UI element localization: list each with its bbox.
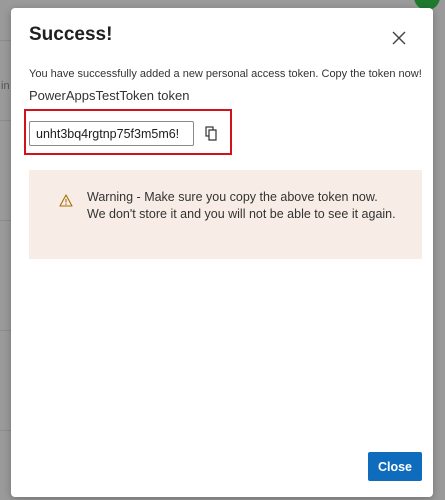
success-dialog: Success! You have successfully added a n… [11, 8, 433, 497]
close-icon [392, 31, 406, 45]
warning-icon [59, 194, 73, 207]
copy-icon [204, 125, 217, 141]
token-name-label: PowerAppsTestToken token [29, 88, 190, 103]
background-text-fragment: in [1, 80, 10, 92]
token-value-field[interactable] [29, 121, 194, 146]
dialog-close-button[interactable] [389, 28, 409, 48]
warning-text: Warning - Make sure you copy the above t… [87, 190, 396, 221]
success-message: You have successfully added a new person… [29, 68, 422, 80]
dialog-title: Success! [29, 24, 113, 45]
warning-message-box: Warning - Make sure you copy the above t… [29, 170, 422, 259]
close-button[interactable]: Close [368, 452, 422, 481]
copy-token-button[interactable] [200, 121, 222, 145]
